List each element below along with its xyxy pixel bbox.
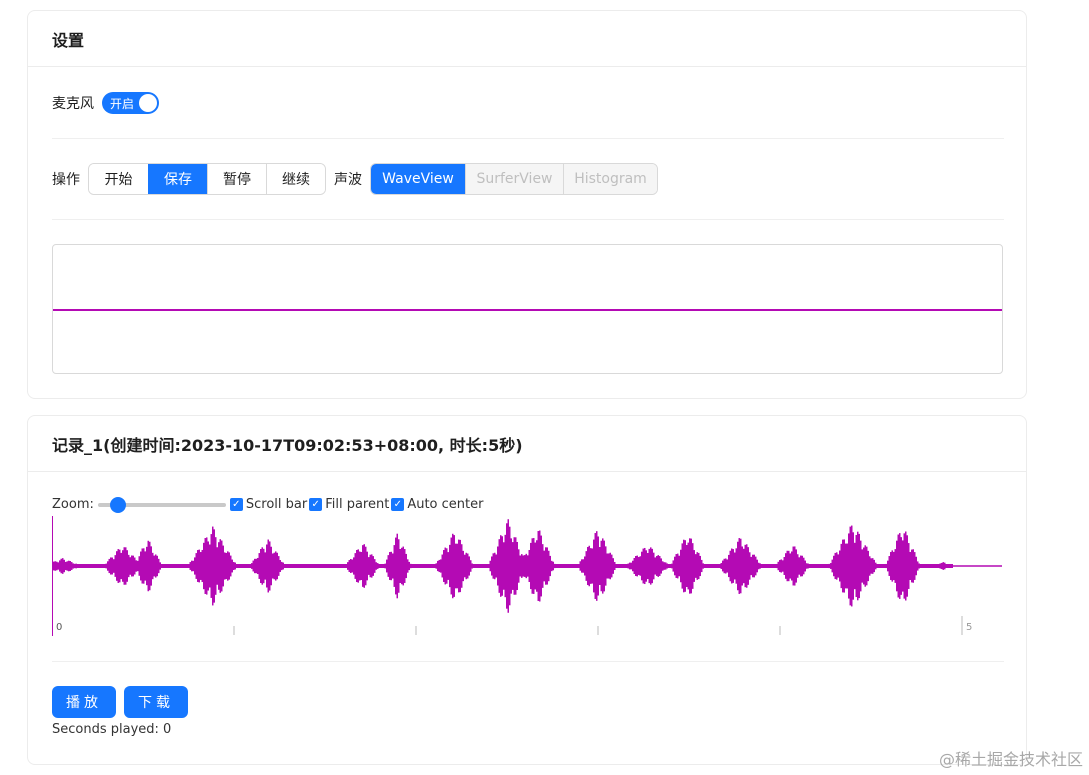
settings-card: 设置 麦克风 开启 操作 开始 保存 暂停 继续 声波 WaveView Sur…	[27, 10, 1027, 399]
settings-title: 设置	[28, 11, 1026, 67]
resume-button[interactable]: 继续	[266, 164, 325, 194]
waveview-button[interactable]: WaveView	[371, 164, 465, 194]
scrollbar-label: Scroll bar	[245, 497, 308, 512]
play-button[interactable]: 播放	[52, 686, 116, 718]
timeline-ticks	[233, 616, 963, 635]
mic-row: 麦克风 开启	[52, 92, 159, 114]
pause-button[interactable]: 暂停	[207, 164, 266, 194]
zoom-controls: Zoom: ✓ Scroll bar ✓ Fill parent ✓ Auto …	[52, 496, 484, 513]
surferview-button[interactable]: SurferView	[465, 164, 563, 194]
mic-label: 麦克风	[52, 96, 94, 112]
save-button[interactable]: 保存	[148, 164, 207, 194]
divider	[52, 661, 1004, 662]
toggle-knob	[139, 94, 157, 112]
start-button[interactable]: 开始	[89, 164, 148, 194]
fill-parent-checkbox[interactable]: ✓	[309, 498, 323, 511]
download-button[interactable]: 下载	[124, 686, 188, 718]
divider	[52, 138, 1004, 139]
mic-toggle[interactable]: 开启	[102, 92, 159, 114]
zoom-label: Zoom:	[52, 497, 94, 512]
timeline-end-label: 5	[966, 622, 972, 633]
live-waveform-panel	[52, 244, 1003, 374]
recording-card: 记录_1(创建时间:2023-10-17T09:02:53+08:00, 时长:…	[27, 415, 1027, 765]
mic-toggle-text: 开启	[110, 96, 135, 111]
ops-label: 操作	[52, 172, 80, 188]
auto-center-label: Auto center	[407, 497, 484, 512]
wave-label: 声波	[334, 172, 362, 188]
controls-row: 操作 开始 保存 暂停 继续 声波 WaveView SurferView Hi…	[52, 163, 658, 195]
recording-title: 记录_1(创建时间:2023-10-17T09:02:53+08:00, 时长:…	[28, 416, 1026, 472]
recorded-waveform[interactable]: 0 5	[52, 516, 1004, 638]
divider	[52, 219, 1004, 220]
ops-button-group: 开始 保存 暂停 继续	[88, 163, 326, 195]
zoom-slider[interactable]	[97, 496, 226, 513]
seconds-played-text: Seconds played: 0	[52, 722, 172, 737]
auto-center-checkbox[interactable]: ✓	[391, 498, 405, 511]
live-waveform-line	[53, 309, 1002, 311]
zoom-slider-thumb[interactable]	[109, 496, 126, 513]
watermark: @稀土掘金技术社区	[938, 750, 1083, 769]
view-button-group: WaveView SurferView Histogram	[370, 163, 658, 195]
scrollbar-checkbox[interactable]: ✓	[229, 498, 243, 511]
timeline-start-label: 0	[56, 622, 62, 633]
fill-parent-label: Fill parent	[325, 497, 390, 512]
histogram-button[interactable]: Histogram	[563, 164, 657, 194]
